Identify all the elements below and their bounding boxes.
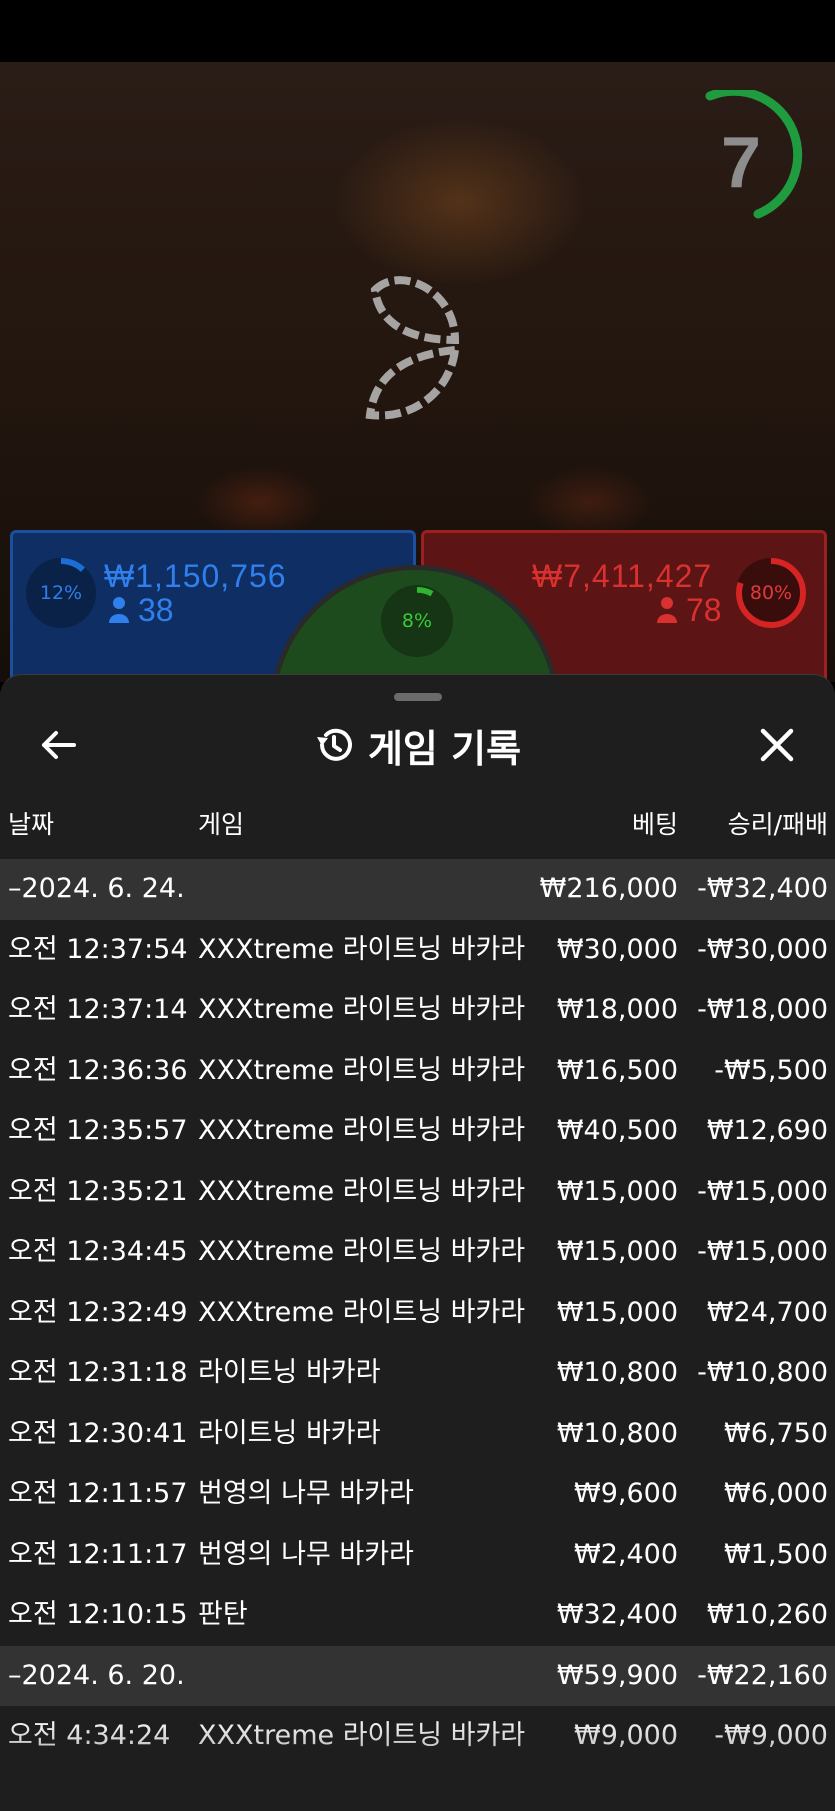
row-game: 번영의 나무 바카라 — [198, 1478, 414, 1509]
row-bet: ₩216,000 — [539, 873, 678, 904]
row-bet: ₩18,000 — [556, 994, 678, 1025]
banker-count: 78 — [686, 592, 722, 628]
row-date: 오전 12:37:54 — [8, 933, 188, 965]
row-bet: ₩9,600 — [574, 1478, 678, 1509]
history-row[interactable]: 오전 12:36:36 XXXtreme 라이트닝 바카라 ₩16,500 -₩5,5… — [0, 1041, 835, 1102]
row-date: 오전 12:11:17 — [8, 1538, 188, 1570]
row-result: -₩15,000 — [697, 1175, 828, 1207]
game-history-sheet: 게임 기록 날짜 게임 베팅 승리/패배 –2024. 6. 24. ₩216,0… — [0, 674, 835, 1811]
row-bet: ₩15,000 — [556, 1175, 678, 1207]
row-date: 오전 12:32:49 — [8, 1296, 188, 1328]
row-game: 라이트닝 바카라 — [198, 1417, 381, 1449]
history-list: –2024. 6. 24. ₩216,000 -₩32,400 오전 12:37:54… — [0, 859, 835, 1767]
tie-percent: 8% — [401, 610, 433, 632]
row-date: –2024. 6. 20. — [8, 1659, 185, 1691]
player-count-icon — [109, 597, 129, 623]
row-game: XXXtreme 라이트닝 바카라 — [198, 1115, 526, 1146]
row-date: 오전 12:35:21 — [8, 1175, 188, 1207]
history-row[interactable]: 오전 12:35:57 XXXtreme 라이트닝 바카라 ₩40,500 ₩12,6… — [0, 1101, 835, 1162]
row-date: –2024. 6. 24. — [8, 873, 185, 904]
row-bet: ₩32,400 — [556, 1599, 678, 1630]
banker-percent: 80% — [749, 582, 793, 604]
banker-count-icon — [657, 597, 677, 623]
row-bet: ₩16,500 — [556, 1054, 678, 1086]
row-date: 오전 12:36:36 — [8, 1054, 188, 1086]
history-row[interactable]: 오전 4:34:24 XXXtreme 라이트닝 바카라 ₩9,000 -₩9,000 — [0, 1706, 835, 1767]
row-result: -₩5,500 — [714, 1054, 828, 1086]
history-row[interactable]: 오전 12:34:45 XXXtreme 라이트닝 바카라 ₩15,000 -₩15,… — [0, 1222, 835, 1283]
history-row[interactable]: 오전 12:30:41 라이트닝 바카라 ₩10,800 ₩6,750 — [0, 1404, 835, 1465]
column-date: 날짜 — [8, 810, 55, 839]
history-row[interactable]: 오전 12:11:57 번영의 나무 바카라 ₩9,600 ₩6,000 — [0, 1464, 835, 1525]
row-bet: ₩9,000 — [574, 1720, 678, 1751]
history-icon — [316, 728, 352, 761]
history-row[interactable]: 오전 12:32:49 XXXtreme 라이트닝 바카라 ₩15,000 ₩24,7… — [0, 1283, 835, 1344]
row-date: 오전 4:34:24 — [8, 1720, 171, 1751]
column-bet: 베팅 — [631, 810, 678, 839]
sheet-title: 게임 기록 — [367, 726, 522, 771]
row-game: 판탄 — [198, 1599, 248, 1630]
sheet-header: 게임 기록 — [0, 715, 835, 775]
column-result: 승리/패배 — [727, 810, 828, 839]
row-game: XXXtreme 라이트닝 바카라 — [198, 1236, 526, 1267]
history-table-header: 날짜 게임 베팅 승리/패배 — [0, 805, 835, 849]
row-result: ₩12,690 — [706, 1115, 828, 1146]
row-date: 오전 12:34:45 — [8, 1236, 188, 1267]
history-row[interactable]: 오전 12:31:18 라이트닝 바카라 ₩10,800 -₩10,800 — [0, 1343, 835, 1404]
row-bet: ₩15,000 — [556, 1236, 678, 1267]
row-game: XXXtreme 라이트닝 바카라 — [198, 994, 526, 1025]
row-result: ₩6,750 — [724, 1417, 828, 1449]
row-bet: ₩15,000 — [556, 1296, 678, 1328]
date-group-row[interactable]: –2024. 6. 24. ₩216,000 -₩32,400 — [0, 859, 835, 920]
row-result: -₩9,000 — [714, 1720, 828, 1751]
history-row[interactable]: 오전 12:37:14 XXXtreme 라이트닝 바카라 ₩18,000 -₩18,… — [0, 980, 835, 1041]
row-date: 오전 12:11:57 — [8, 1478, 188, 1509]
row-result: -₩15,000 — [697, 1236, 828, 1267]
banker-bet-amount: ₩7,411,427 — [532, 558, 713, 594]
row-game: 라이트닝 바카라 — [198, 1357, 381, 1388]
row-bet: ₩30,000 — [556, 933, 678, 965]
row-game: XXXtreme 라이트닝 바카라 — [198, 1054, 526, 1086]
row-bet: ₩40,500 — [556, 1115, 678, 1146]
row-result: -₩30,000 — [697, 933, 828, 965]
column-game: 게임 — [198, 810, 245, 839]
row-bet: ₩10,800 — [556, 1417, 678, 1449]
row-bet: ₩2,400 — [574, 1538, 678, 1570]
row-game: 번영의 나무 바카라 — [198, 1538, 414, 1570]
row-result: ₩24,700 — [706, 1296, 828, 1328]
close-icon[interactable] — [757, 725, 797, 765]
status-bar — [0, 0, 835, 62]
row-result: -₩18,000 — [697, 994, 828, 1025]
history-row[interactable]: 오전 12:10:15 판탄 ₩32,400 ₩10,260 — [0, 1585, 835, 1646]
row-date: 오전 12:35:57 — [8, 1115, 188, 1146]
countdown-number: 7 — [720, 123, 762, 203]
row-result: -₩22,160 — [697, 1659, 828, 1691]
row-date: 오전 12:31:18 — [8, 1357, 188, 1388]
player-percent: 12% — [39, 582, 83, 604]
row-date: 오전 12:37:14 — [8, 994, 188, 1025]
row-bet: ₩10,800 — [556, 1357, 678, 1388]
row-result: -₩32,400 — [697, 873, 828, 904]
player-bet-amount: ₩1,150,756 — [104, 558, 287, 594]
date-group-row[interactable]: –2024. 6. 20. ₩59,900 -₩22,160 — [0, 1645, 835, 1706]
loading-spinner-icon — [365, 276, 460, 420]
row-date: 오전 12:30:41 — [8, 1417, 188, 1449]
row-result: ₩10,260 — [706, 1599, 828, 1630]
row-game: XXXtreme 라이트닝 바카라 — [198, 1296, 526, 1328]
row-result: ₩1,500 — [724, 1538, 828, 1570]
history-row[interactable]: 오전 12:11:17 번영의 나무 바카라 ₩2,400 ₩1,500 — [0, 1525, 835, 1586]
history-row[interactable]: 오전 12:35:21 XXXtreme 라이트닝 바카라 ₩15,000 -₩15,… — [0, 1162, 835, 1223]
sheet-drag-handle[interactable] — [394, 693, 442, 701]
row-result: ₩6,000 — [724, 1478, 828, 1509]
row-game: XXXtreme 라이트닝 바카라 — [198, 933, 526, 965]
player-count: 38 — [138, 592, 174, 628]
row-bet: ₩59,900 — [556, 1659, 678, 1691]
row-date: 오전 12:10:15 — [8, 1599, 188, 1630]
history-row[interactable]: 오전 12:37:54 XXXtreme 라이트닝 바카라 ₩30,000 -₩30,… — [0, 920, 835, 981]
row-result: -₩10,800 — [697, 1357, 828, 1388]
row-game: XXXtreme 라이트닝 바카라 — [198, 1720, 526, 1751]
row-game: XXXtreme 라이트닝 바카라 — [198, 1175, 526, 1207]
